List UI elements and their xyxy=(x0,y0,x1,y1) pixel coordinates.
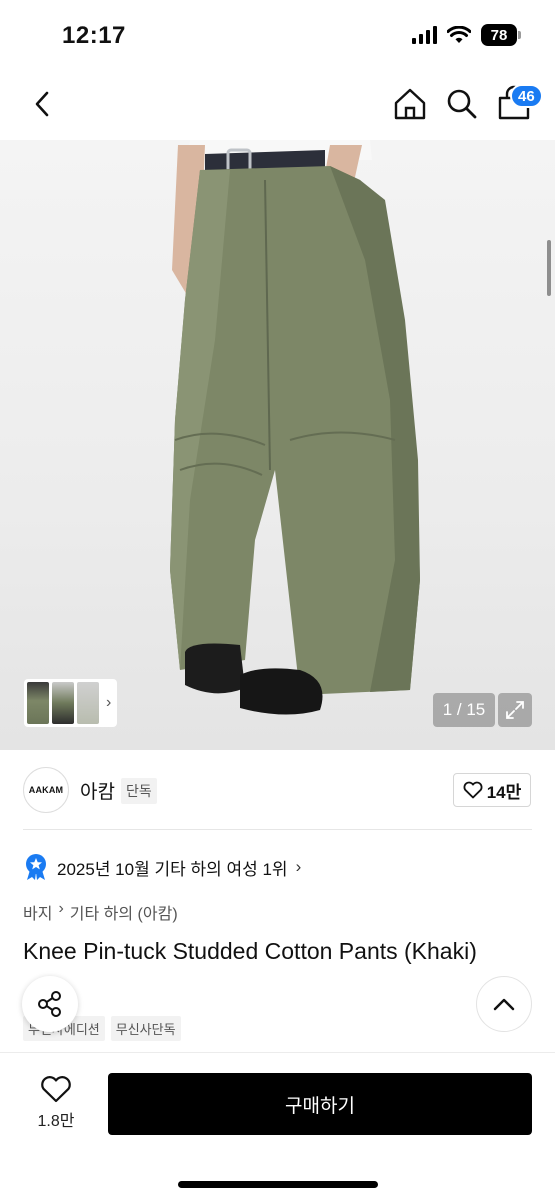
status-icons: 78 xyxy=(412,24,521,46)
search-icon xyxy=(447,89,477,119)
search-button[interactable] xyxy=(442,84,482,124)
status-time: 12:17 xyxy=(62,22,126,49)
share-icon xyxy=(38,991,61,1017)
expand-icon xyxy=(506,701,524,719)
image-page-counter: 1 / 15 xyxy=(433,693,495,727)
scroll-to-top-button[interactable] xyxy=(476,976,532,1032)
bottom-action-bar: 1.8만 구매하기 xyxy=(0,1052,555,1200)
chevron-right-icon[interactable]: › xyxy=(106,694,111,712)
wishlist-button[interactable]: 1.8만 xyxy=(24,1075,88,1139)
brand-name[interactable]: 아캄 xyxy=(80,777,115,804)
chevron-right-icon: › xyxy=(295,857,302,876)
expand-button[interactable] xyxy=(498,693,532,727)
share-button[interactable] xyxy=(22,976,78,1032)
breadcrumb-subcategory[interactable]: 기타 하의 (아캄) xyxy=(70,900,178,924)
product-title: Knee Pin-tuck Studded Cotton Pants (Khak… xyxy=(23,938,477,964)
breadcrumb-separator-icon: › xyxy=(58,900,64,917)
ranking-link[interactable]: 2025년 10월 기타 하의 여성 1위 › xyxy=(23,852,301,882)
wifi-icon xyxy=(447,26,471,43)
breadcrumb-category[interactable]: 바지 xyxy=(23,900,52,924)
product-photo xyxy=(170,140,420,715)
home-indicator[interactable] xyxy=(178,1181,378,1188)
thumbnail-2[interactable] xyxy=(52,682,74,724)
heart-icon xyxy=(463,781,483,799)
brand-like-count: 14만 xyxy=(486,782,522,802)
thumbnail-3[interactable] xyxy=(77,682,99,724)
chevron-up-icon xyxy=(493,998,515,1011)
heart-icon xyxy=(41,1076,71,1103)
cart-count-badge: 46 xyxy=(510,84,543,108)
home-icon xyxy=(394,88,426,120)
signal-icon xyxy=(412,26,437,44)
brand-exclusive-tag: 단독 xyxy=(121,778,157,804)
back-icon xyxy=(35,91,49,117)
wishlist-count: 1.8만 xyxy=(37,1113,75,1130)
product-image[interactable] xyxy=(0,140,555,750)
brand-like-button[interactable]: 14만 xyxy=(453,773,531,807)
breadcrumb: 바지 › 기타 하의 (아캄) xyxy=(23,900,178,924)
divider xyxy=(23,829,532,830)
buy-button[interactable]: 구매하기 xyxy=(108,1073,532,1135)
product-tag: 무신사단독 xyxy=(110,1016,181,1041)
rank-badge-icon xyxy=(26,854,46,880)
brand-logo[interactable]: AAKAM xyxy=(23,767,69,813)
home-button[interactable] xyxy=(390,84,430,124)
back-button[interactable] xyxy=(24,86,60,122)
ranking-text: 2025년 10월 기타 하의 여성 1위 xyxy=(57,859,288,879)
thumbnail-strip[interactable]: › xyxy=(24,679,117,727)
status-bar: 12:17 78 xyxy=(0,0,555,70)
battery-icon: 78 xyxy=(481,24,521,46)
scroll-indicator[interactable] xyxy=(547,240,551,296)
thumbnail-1[interactable] xyxy=(27,682,49,724)
brand-row: AAKAM 아캄 단독 14만 xyxy=(0,750,555,830)
top-nav xyxy=(0,70,555,140)
